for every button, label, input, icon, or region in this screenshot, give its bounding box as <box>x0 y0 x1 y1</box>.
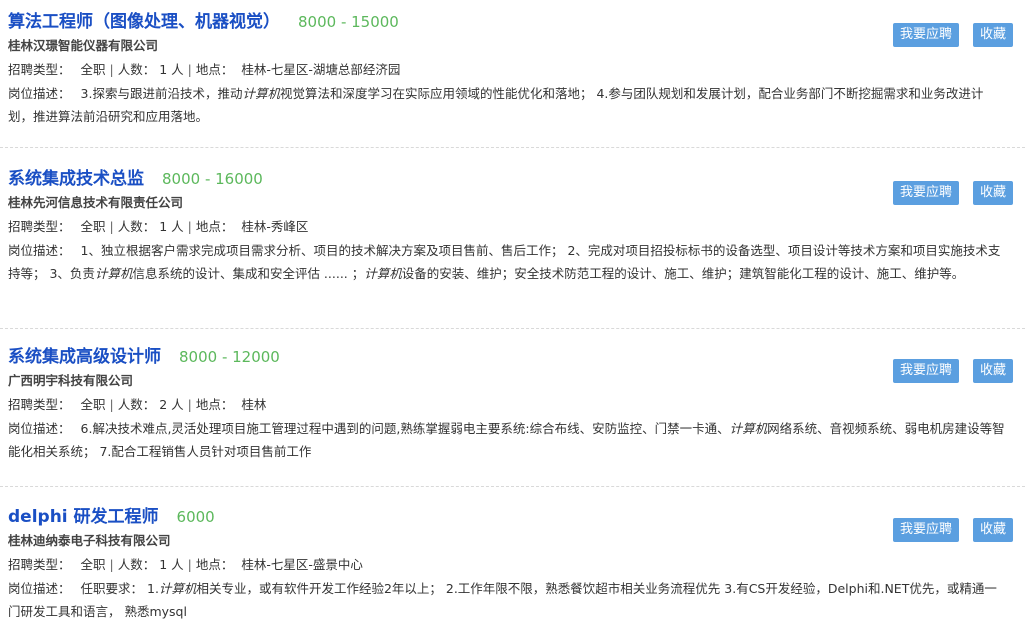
job-title-row: 系统集成高级设计师 8000 - 12000 <box>8 344 1011 370</box>
count-value: 1 人 <box>159 557 184 572</box>
desc-highlight: 计算机 <box>94 266 133 281</box>
desc-text: 3.探索与跟进前沿技术，推动 <box>80 86 243 101</box>
location-label: 地点： <box>195 397 234 412</box>
location-value: 桂林-七星区-盛景中心 <box>241 557 363 572</box>
job-item: 系统集成技术总监 8000 - 16000 桂林先河信息技术有限责任公司 招聘类型… <box>0 148 1025 329</box>
apply-button[interactable]: 我要应聘 <box>892 23 959 47</box>
company-name: 广西明宇科技有限公司 <box>8 373 134 388</box>
meta-separator: | <box>187 557 192 572</box>
desc-text: 信息系统的设计、集成和安全评估 ...... ； <box>132 266 365 281</box>
desc-label: 岗位描述： <box>8 243 71 258</box>
meta-separator: | <box>109 62 114 77</box>
type-label: 招聘类型： <box>8 219 71 234</box>
location-label: 地点： <box>195 219 234 234</box>
meta-separator: | <box>109 557 114 572</box>
type-value: 全职 <box>80 397 106 412</box>
job-salary: 8000 - 12000 <box>179 348 280 366</box>
apply-button[interactable]: 我要应聘 <box>892 518 959 542</box>
meta-separator: | <box>109 397 114 412</box>
job-actions: 我要应聘 收藏 <box>892 181 1013 205</box>
apply-button[interactable]: 我要应聘 <box>892 359 959 383</box>
count-label: 人数： <box>117 397 156 412</box>
type-label: 招聘类型： <box>8 62 71 77</box>
type-value: 全职 <box>80 62 106 77</box>
count-value: 1 人 <box>159 219 184 234</box>
job-salary: 8000 - 16000 <box>162 170 263 188</box>
job-item: delphi 研发工程师 6000 桂林迪纳泰电子科技有限公司 招聘类型： 全职 |… <box>0 487 1025 633</box>
job-meta: 招聘类型： 全职 | 人数： 1 人 | 地点： 桂林-七星区-湖塘总部经济园 <box>8 57 1011 82</box>
job-description: 岗位描述： 6.解决技术难点,灵活处理项目施工管理过程中遇到的问题,熟练掌握弱电主… <box>8 417 1011 463</box>
count-label: 人数： <box>117 557 156 572</box>
favorite-button[interactable]: 收藏 <box>972 181 1013 205</box>
location-label: 地点： <box>195 62 234 77</box>
desc-label: 岗位描述： <box>8 421 71 436</box>
job-actions: 我要应聘 收藏 <box>892 23 1013 47</box>
location-label: 地点： <box>195 557 234 572</box>
company-name: 桂林汉璟智能仪器有限公司 <box>8 38 159 53</box>
company-name: 桂林迪纳泰电子科技有限公司 <box>8 533 171 548</box>
job-salary: 6000 <box>176 508 215 526</box>
job-actions: 我要应聘 收藏 <box>892 518 1013 542</box>
job-meta: 招聘类型： 全职 | 人数： 2 人 | 地点： 桂林 <box>8 392 1011 417</box>
location-value: 桂林-七星区-湖塘总部经济园 <box>241 62 401 77</box>
job-title-link[interactable]: 算法工程师（图像处理、机器视觉） <box>8 12 280 32</box>
desc-highlight: 计算机 <box>729 421 768 436</box>
type-label: 招聘类型： <box>8 397 71 412</box>
job-description: 岗位描述： 任职要求： 1.计算机相关专业，或有软件开发工作经验2年以上； 2.工… <box>8 577 1011 623</box>
count-value: 1 人 <box>159 62 184 77</box>
desc-text: 任职要求： 1. <box>80 581 159 596</box>
count-value: 2 人 <box>159 397 184 412</box>
favorite-button[interactable]: 收藏 <box>972 518 1013 542</box>
favorite-button[interactable]: 收藏 <box>972 359 1013 383</box>
count-label: 人数： <box>117 62 156 77</box>
meta-separator: | <box>109 219 114 234</box>
favorite-button[interactable]: 收藏 <box>972 23 1013 47</box>
desc-highlight: 计算机 <box>364 266 402 281</box>
desc-highlight: 计算机 <box>242 86 280 101</box>
type-value: 全职 <box>80 219 106 234</box>
desc-highlight: 计算机 <box>158 581 197 596</box>
job-item: 算法工程师（图像处理、机器视觉） 8000 - 15000 桂林汉璟智能仪器有限公… <box>0 0 1025 148</box>
apply-button[interactable]: 我要应聘 <box>892 181 959 205</box>
job-title-link[interactable]: delphi 研发工程师 <box>8 507 159 527</box>
company-name: 桂林先河信息技术有限责任公司 <box>8 195 184 210</box>
meta-separator: | <box>187 397 192 412</box>
job-description: 岗位描述： 3.探索与跟进前沿技术，推动计算机视觉算法和深度学习在实际应用领域的性… <box>8 82 1011 128</box>
desc-label: 岗位描述： <box>8 581 71 596</box>
job-title-row: 系统集成技术总监 8000 - 16000 <box>8 166 1011 192</box>
desc-text: 设备的安装、维护；安全技术防范工程的设计、施工、维护；建筑智能化工程的设计、施工… <box>401 266 965 281</box>
type-value: 全职 <box>80 557 106 572</box>
meta-separator: | <box>187 62 192 77</box>
job-meta: 招聘类型： 全职 | 人数： 1 人 | 地点： 桂林-七星区-盛景中心 <box>8 552 1011 577</box>
job-title-link[interactable]: 系统集成高级设计师 <box>8 347 161 367</box>
count-label: 人数： <box>117 219 156 234</box>
desc-text: 6.解决技术难点,灵活处理项目施工管理过程中遇到的问题,熟练掌握弱电主要系统:综… <box>80 421 730 436</box>
job-description: 岗位描述： 1、独立根据客户需求完成项目需求分析、项目的技术解决方案及项目售前、售… <box>8 239 1011 285</box>
job-item: 系统集成高级设计师 8000 - 12000 广西明宇科技有限公司 招聘类型： 全职… <box>0 329 1025 487</box>
job-title-row: 算法工程师（图像处理、机器视觉） 8000 - 15000 <box>8 9 1011 35</box>
job-meta: 招聘类型： 全职 | 人数： 1 人 | 地点： 桂林-秀峰区 <box>8 214 1011 239</box>
location-value: 桂林-秀峰区 <box>241 219 309 234</box>
location-value: 桂林 <box>241 397 267 412</box>
job-actions: 我要应聘 收藏 <box>892 359 1013 383</box>
job-list: 算法工程师（图像处理、机器视觉） 8000 - 15000 桂林汉璟智能仪器有限公… <box>0 0 1025 633</box>
type-label: 招聘类型： <box>8 557 71 572</box>
job-title-link[interactable]: 系统集成技术总监 <box>8 169 144 189</box>
job-title-row: delphi 研发工程师 6000 <box>8 504 1011 530</box>
job-salary: 8000 - 15000 <box>298 13 399 31</box>
meta-separator: | <box>187 219 192 234</box>
desc-label: 岗位描述： <box>8 86 71 101</box>
